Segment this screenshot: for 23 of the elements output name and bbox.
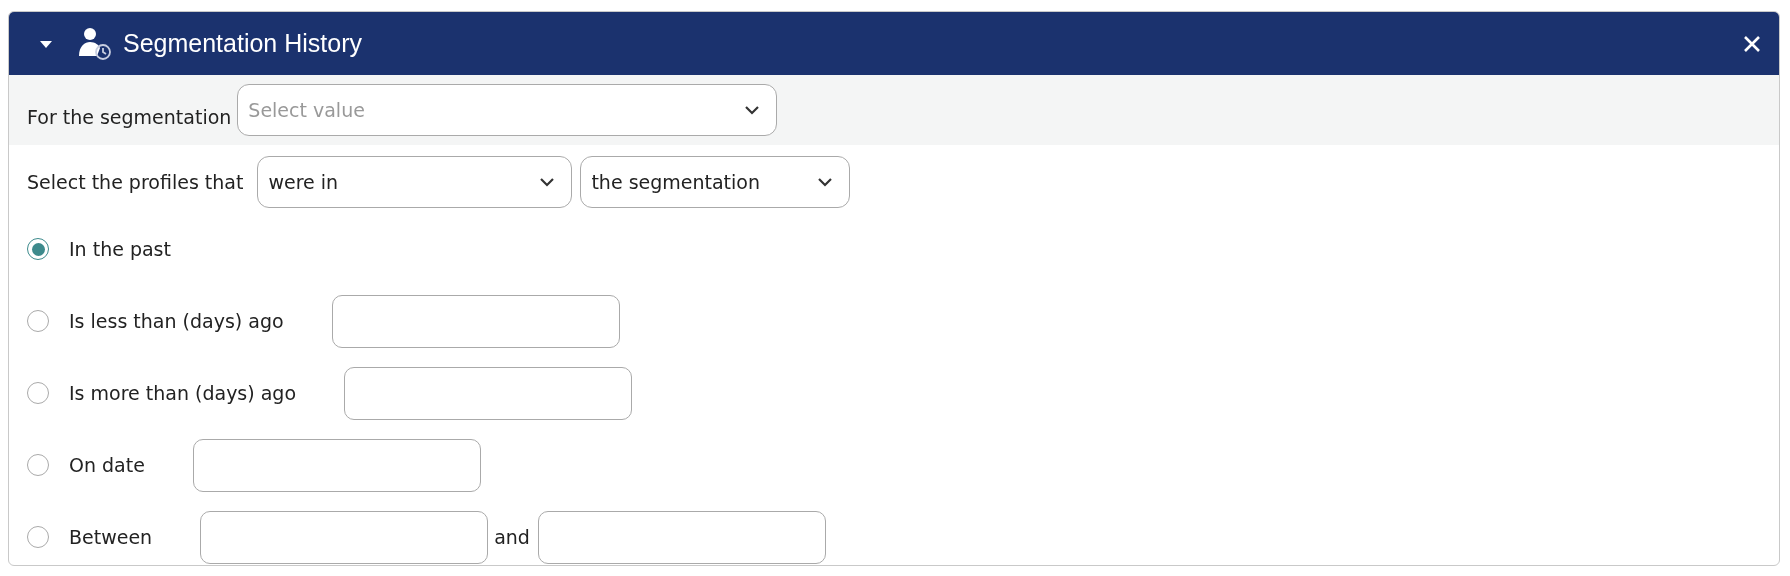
user-clock-icon [77,25,113,62]
input-field[interactable] [331,294,620,348]
target-select[interactable]: the segmentation [580,156,851,208]
chevron-down-icon [817,177,834,187]
option-label: Between [69,526,153,548]
collapse-toggle[interactable] [39,38,53,49]
caret-icon [39,38,53,49]
chevron-down-icon [744,105,761,115]
condition-select[interactable]: were in [257,156,573,208]
input-field[interactable] [200,510,489,564]
option-label: In the past [69,238,171,260]
option-label: On date [69,454,145,476]
field-label: Select the profiles that [27,171,244,193]
close-icon [1743,34,1761,53]
input-field[interactable] [537,510,826,564]
option-label: Is less than (days) ago [69,310,284,332]
field-label: For the segmentation [27,106,232,128]
chevron-down-icon [539,177,556,187]
input-field[interactable] [344,366,633,420]
range-joiner: and [494,526,530,548]
option-label: Is more than (days) ago [69,382,297,404]
panel-title: Segmentation History [123,29,363,58]
input-field[interactable] [192,438,481,492]
